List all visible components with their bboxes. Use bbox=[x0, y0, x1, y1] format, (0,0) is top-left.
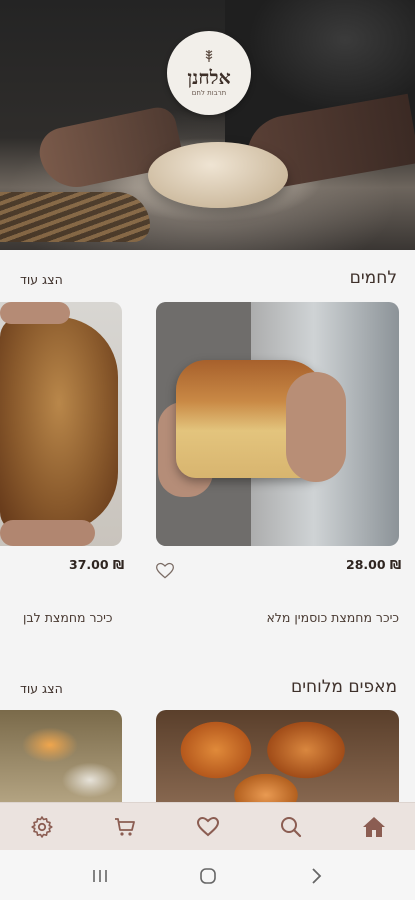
product-image-spelt-sourdough[interactable] bbox=[156, 302, 399, 546]
product-image-pastry-1[interactable] bbox=[156, 710, 399, 810]
hero-wheat bbox=[0, 192, 150, 242]
heart-outline-icon[interactable] bbox=[155, 561, 175, 581]
section-title-breads: לחמים bbox=[349, 268, 397, 288]
bottom-navigation bbox=[0, 802, 415, 851]
image-hand-top bbox=[0, 302, 70, 324]
show-more-savory-pastries[interactable]: הצג עוד bbox=[20, 681, 63, 696]
product-name-white-sourdough[interactable]: כיכר מחמצת לבן bbox=[23, 610, 113, 625]
heart-icon[interactable] bbox=[194, 813, 222, 841]
product-image-pastry-2[interactable] bbox=[0, 710, 122, 810]
brand-tagline: תרבות לחם bbox=[191, 88, 227, 97]
image-loaf bbox=[0, 317, 118, 532]
brand-name: אלחנן bbox=[187, 66, 231, 89]
product-image-white-sourdough[interactable] bbox=[0, 302, 122, 546]
hero-banner: אלחנן תרבות לחם bbox=[0, 0, 415, 250]
product-price-white-sourdough: 37.00 ₪ bbox=[69, 557, 125, 572]
wheat-icon bbox=[204, 49, 214, 67]
back-chevron-icon[interactable] bbox=[304, 865, 328, 887]
show-more-breads[interactable]: הצג עוד bbox=[20, 272, 63, 287]
home-icon[interactable] bbox=[360, 813, 388, 841]
cart-icon[interactable] bbox=[111, 813, 139, 841]
brand-logo: אלחנן תרבות לחם bbox=[167, 31, 251, 115]
system-navigation-bar bbox=[0, 850, 415, 900]
home-circle-icon[interactable] bbox=[196, 865, 220, 887]
section-title-savory-pastries: מאפים מלוחים bbox=[290, 677, 397, 697]
gear-icon[interactable] bbox=[28, 813, 56, 841]
image-hand-bottom bbox=[0, 520, 95, 546]
hero-dough bbox=[148, 142, 288, 208]
image-hand-right bbox=[286, 372, 346, 482]
product-price-spelt-sourdough: 28.00 ₪ bbox=[346, 557, 402, 572]
recents-icon[interactable] bbox=[88, 865, 112, 887]
search-icon[interactable] bbox=[277, 813, 305, 841]
product-name-spelt-sourdough[interactable]: כיכר מחמצת כוסמין מלא bbox=[266, 610, 399, 625]
